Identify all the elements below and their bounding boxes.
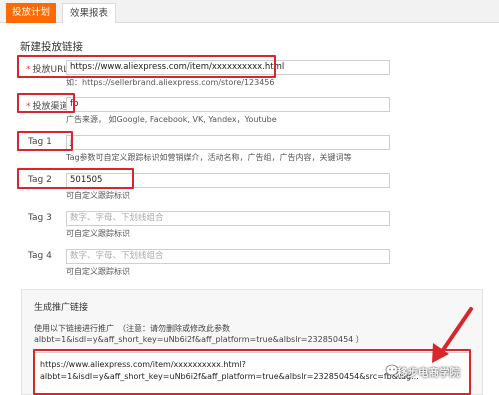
tag4-hint: 可自定义跟踪标识 [66, 267, 130, 276]
generate-params: albbt=1&isdl=y&aff_short_key=uNb6i2f&aff… [34, 335, 364, 344]
tag3-input[interactable]: 数字、字母、下划线组合 [66, 211, 390, 226]
tag2-hint: 可自定义跟踪标识 [66, 191, 130, 200]
highlight-tag1 [17, 131, 73, 151]
generate-title: 生成推广链接 [34, 303, 89, 313]
arrow-annotation [432, 307, 473, 363]
channel-hint: 广告来源， 如Google, Facebook, VK, Yandex，Yout… [66, 115, 277, 124]
channel-input[interactable]: fb [66, 97, 390, 112]
tag3-label: Tag 3 [28, 213, 52, 223]
tag1-input[interactable]: j [66, 135, 390, 150]
watermark: 移步电商学院 [397, 367, 460, 379]
highlight-url [17, 55, 276, 78]
generate-note: 使用以下链接进行推广 （注意：请勿删除或修改此参数 [34, 324, 230, 333]
tab-performance-report[interactable]: 效果报表 [62, 3, 116, 23]
tag4-input[interactable]: 数字、字母、下划线组合 [66, 249, 390, 264]
tag3-hint: 可自定义跟踪标识 [66, 229, 130, 238]
highlight-tag2 [17, 168, 134, 189]
tag4-label: Tag 4 [28, 251, 52, 261]
tab-bar: 投放计划 效果报表 [0, 0, 499, 23]
url-hint: 如：https://sellerbrand.aliexpress.com/sto… [66, 78, 275, 87]
section-title: 新建投放链接 [20, 41, 83, 53]
tag1-hint: Tag参数可自定义跟踪标识如营销媒介，活动名称，广告组，广告内容，关键词等 [66, 153, 352, 162]
highlight-channel [17, 93, 75, 113]
tab-campaign-plan[interactable]: 投放计划 [6, 3, 56, 23]
